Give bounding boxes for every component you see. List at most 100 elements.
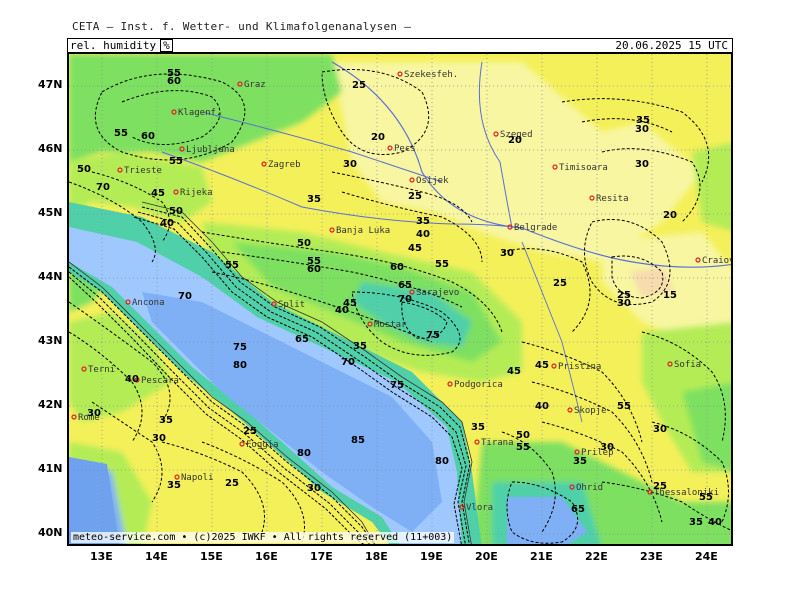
city-label: Ohrid	[576, 483, 603, 493]
humidity-map: Graz Szekesfeh. Szeged Klagenf. Ljubljana Zag…	[67, 52, 733, 546]
city-label: Craiova	[702, 256, 731, 266]
contour-value-label: 55	[169, 156, 183, 167]
city-label: Mostar	[374, 320, 407, 330]
contour-value-label: 35	[353, 341, 367, 352]
contour-value-label: 70	[341, 357, 355, 368]
lat-label-47n: 47N	[38, 78, 63, 91]
contour-value-label: 35	[307, 194, 321, 205]
lon-label-17e: 17E	[310, 550, 333, 563]
contour-value-label: 30	[653, 424, 667, 435]
city-label: Napoli	[181, 473, 214, 483]
contour-value-label: 25	[352, 80, 366, 91]
contour-value-label: 55	[699, 492, 713, 503]
contour-value-label: 30	[87, 408, 101, 419]
contour-value-label: 55	[516, 442, 530, 453]
lon-label-13e: 13E	[90, 550, 113, 563]
contour-value-label: 75	[390, 380, 404, 391]
city-label: Graz	[244, 80, 266, 90]
contour-value-label: 60	[307, 264, 321, 275]
city-label: Trieste	[124, 166, 162, 176]
lat-label-45n: 45N	[38, 206, 63, 219]
humidity-map-svg: GrazSzekesfeh.SzegedKlagenf.LjubljanaZag…	[69, 54, 731, 544]
lat-label-44n: 44N	[38, 270, 63, 283]
lat-label-40n: 40N	[38, 526, 63, 539]
contour-value-label: 80	[435, 456, 449, 467]
lat-label-42n: 42N	[38, 398, 63, 411]
lat-label-43n: 43N	[38, 334, 63, 347]
contour-value-label: 70	[178, 291, 192, 302]
contour-value-label: 25	[653, 481, 667, 492]
city-label: Pescara	[141, 376, 179, 386]
contour-value-label: 30	[152, 433, 166, 444]
contour-value-label: 25	[243, 426, 257, 437]
contour-value-label: 50	[169, 206, 183, 217]
valid-time: 20.06.2025 15 UTC	[615, 39, 728, 52]
contour-value-label: 55	[435, 259, 449, 270]
contour-value-label: 65	[295, 334, 309, 345]
contour-value-label: 55	[225, 260, 239, 271]
lon-label-24e: 24E	[695, 550, 718, 563]
lon-label-18e: 18E	[365, 550, 388, 563]
contour-value-label: 40	[416, 229, 430, 240]
city-label: Podgorica	[454, 380, 503, 390]
contour-value-label: 40	[160, 218, 174, 229]
contour-value-label: 60	[141, 131, 155, 142]
map-info-bar: rel. humidity% 20.06.2025 15 UTC	[67, 38, 733, 52]
lon-label-20e: 20E	[475, 550, 498, 563]
contour-value-label: 35	[167, 480, 181, 491]
contour-value-label: 85	[351, 435, 365, 446]
contour-value-label: 20	[371, 132, 385, 143]
contour-value-label: 20	[508, 135, 522, 146]
contour-value-label: 50	[297, 238, 311, 249]
contour-value-label: 70	[96, 182, 110, 193]
city-label: Sofia	[674, 360, 701, 370]
city-label: Szekesfeh.	[404, 70, 458, 80]
contour-value-label: 25	[225, 478, 239, 489]
contour-value-label: 65	[398, 280, 412, 291]
contour-value-label: 35	[689, 517, 703, 528]
map-header-title: CETA — Inst. f. Wetter- und Klimafolgena…	[72, 20, 412, 33]
contour-value-label: 25	[553, 278, 567, 289]
city-label: Tirana	[481, 438, 514, 448]
city-label: Timisoara	[559, 163, 608, 173]
contour-value-label: 35	[471, 422, 485, 433]
contour-value-label: 50	[77, 164, 91, 175]
contour-value-label: 40	[335, 305, 349, 316]
contour-value-label: 30	[307, 483, 321, 494]
contour-value-label: 35	[416, 216, 430, 227]
contour-value-label: 60	[390, 262, 404, 273]
contour-value-label: 45	[507, 366, 521, 377]
lat-label-41n: 41N	[38, 462, 63, 475]
city-label: Skopje	[574, 406, 607, 416]
contour-value-label: 55	[114, 128, 128, 139]
contour-value-label: 30	[500, 248, 514, 259]
contour-value-label: 80	[297, 448, 311, 459]
contour-value-label: 30	[617, 298, 631, 309]
lon-label-16e: 16E	[255, 550, 278, 563]
contour-value-label: 60	[167, 76, 181, 87]
city-label: Pecs	[394, 144, 416, 154]
city-label: Zagreb	[268, 160, 301, 170]
copyright-notice: meteo-service.com • (c)2025 IWKF • All r…	[71, 532, 455, 543]
contour-value-label: 35	[159, 415, 173, 426]
city-label: Vlora	[466, 503, 493, 513]
contour-value-label: 40	[535, 401, 549, 412]
contour-value-label: 30	[635, 159, 649, 170]
city-label: Belgrade	[514, 223, 557, 233]
contour-value-label: 30	[600, 442, 614, 453]
contour-value-label: 15	[663, 290, 677, 301]
city-label: Klagenf.	[178, 108, 221, 118]
city-label: Banja Luka	[336, 226, 390, 236]
lon-label-21e: 21E	[530, 550, 553, 563]
lon-label-23e: 23E	[640, 550, 663, 563]
lon-label-22e: 22E	[585, 550, 608, 563]
contour-value-label: 30	[343, 159, 357, 170]
contour-value-label: 55	[617, 401, 631, 412]
contour-value-label: 75	[233, 342, 247, 353]
contour-value-label: 20	[663, 210, 677, 221]
lat-label-46n: 46N	[38, 142, 63, 155]
contour-value-label: 45	[151, 188, 165, 199]
unit-box: %	[160, 39, 173, 52]
parameter-label: rel. humidity%	[70, 39, 173, 52]
city-label: Terni	[88, 365, 115, 375]
